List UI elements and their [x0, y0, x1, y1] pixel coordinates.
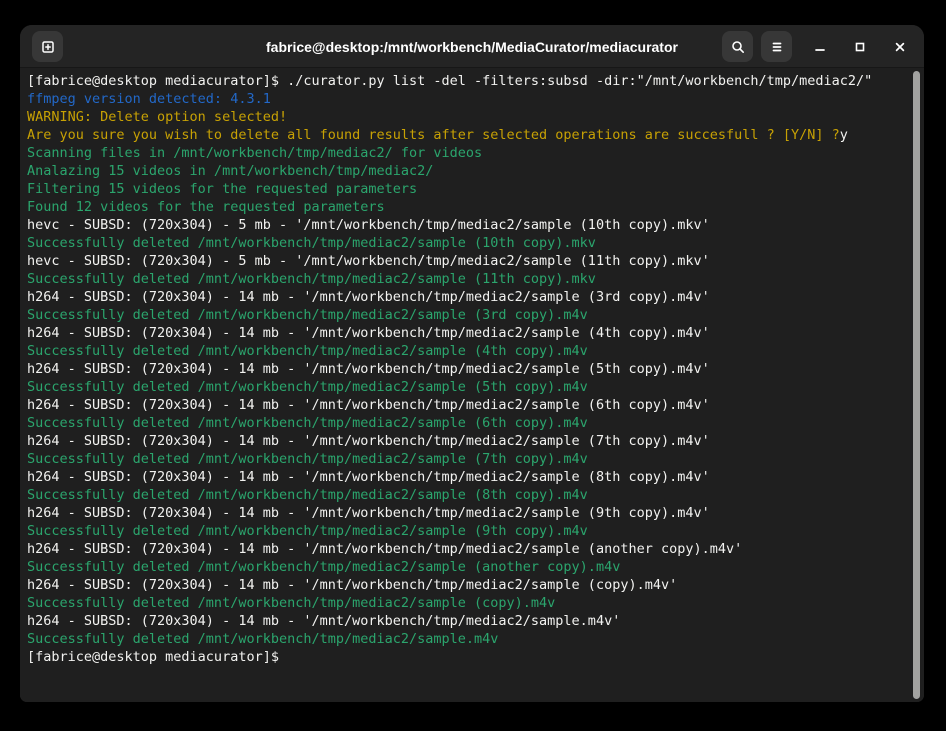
terminal-line: Successfully deleted /mnt/workbench/tmp/… — [27, 486, 924, 504]
terminal-line: Successfully deleted /mnt/workbench/tmp/… — [27, 522, 924, 540]
terminal-line: h264 - SUBSD: (720x304) - 14 mb - '/mnt/… — [27, 468, 924, 486]
terminal-line: h264 - SUBSD: (720x304) - 14 mb - '/mnt/… — [27, 324, 924, 342]
menu-button[interactable] — [761, 31, 792, 62]
titlebar-left-group — [32, 31, 63, 62]
search-icon — [730, 39, 746, 55]
terminal-line: Scanning files in /mnt/workbench/tmp/med… — [27, 144, 924, 162]
terminal-line: h264 - SUBSD: (720x304) - 14 mb - '/mnt/… — [27, 432, 924, 450]
terminal-line: Filtering 15 videos for the requested pa… — [27, 180, 924, 198]
maximize-button[interactable] — [848, 35, 872, 59]
terminal-line: [fabrice@desktop mediacurator]$ — [27, 648, 924, 666]
terminal-line: h264 - SUBSD: (720x304) - 14 mb - '/mnt/… — [27, 540, 924, 558]
terminal-line: hevc - SUBSD: (720x304) - 5 mb - '/mnt/w… — [27, 216, 924, 234]
terminal-line: Successfully deleted /mnt/workbench/tmp/… — [27, 342, 924, 360]
terminal-line: Successfully deleted /mnt/workbench/tmp/… — [27, 378, 924, 396]
close-icon — [892, 39, 908, 55]
terminal-line: Successfully deleted /mnt/workbench/tmp/… — [27, 594, 924, 612]
terminal-line: Successfully deleted /mnt/workbench/tmp/… — [27, 270, 924, 288]
terminal-line: Analazing 15 videos in /mnt/workbench/tm… — [27, 162, 924, 180]
desktop-background: { "window": { "title": "fabrice@desktop:… — [0, 0, 946, 731]
new-tab-button[interactable] — [32, 31, 63, 62]
scrollbar-thumb[interactable] — [913, 71, 920, 699]
terminal-lines: [fabrice@desktop mediacurator]$ ./curato… — [27, 72, 924, 666]
window-title: fabrice@desktop:/mnt/workbench/MediaCura… — [266, 39, 678, 55]
new-tab-icon — [40, 39, 56, 55]
terminal-line: Successfully deleted /mnt/workbench/tmp/… — [27, 450, 924, 468]
terminal-line: Are you sure you wish to delete all foun… — [27, 126, 924, 144]
terminal-line: [fabrice@desktop mediacurator]$ ./curato… — [27, 72, 924, 90]
titlebar-right-group — [722, 31, 912, 62]
terminal-window: fabrice@desktop:/mnt/workbench/MediaCura… — [20, 25, 924, 702]
terminal-line: Successfully deleted /mnt/workbench/tmp/… — [27, 234, 924, 252]
terminal-line: h264 - SUBSD: (720x304) - 14 mb - '/mnt/… — [27, 396, 924, 414]
terminal-line: h264 - SUBSD: (720x304) - 14 mb - '/mnt/… — [27, 504, 924, 522]
terminal-line: WARNING: Delete option selected! — [27, 108, 924, 126]
terminal-line: h264 - SUBSD: (720x304) - 14 mb - '/mnt/… — [27, 612, 924, 630]
search-button[interactable] — [722, 31, 753, 62]
minimize-icon — [812, 39, 828, 55]
terminal-line: h264 - SUBSD: (720x304) - 14 mb - '/mnt/… — [27, 576, 924, 594]
terminal-line: Successfully deleted /mnt/workbench/tmp/… — [27, 414, 924, 432]
terminal-content[interactable]: [fabrice@desktop mediacurator]$ ./curato… — [20, 68, 924, 702]
hamburger-menu-icon — [769, 39, 785, 55]
minimize-button[interactable] — [808, 35, 832, 59]
scrollbar[interactable] — [910, 68, 924, 702]
terminal-line: hevc - SUBSD: (720x304) - 5 mb - '/mnt/w… — [27, 252, 924, 270]
terminal-line: Successfully deleted /mnt/workbench/tmp/… — [27, 558, 924, 576]
terminal-line: ffmpeg version detected: 4.3.1 — [27, 90, 924, 108]
terminal-line: h264 - SUBSD: (720x304) - 14 mb - '/mnt/… — [27, 360, 924, 378]
terminal-line: Found 12 videos for the requested parame… — [27, 198, 924, 216]
terminal-line: Successfully deleted /mnt/workbench/tmp/… — [27, 630, 924, 648]
terminal-line: h264 - SUBSD: (720x304) - 14 mb - '/mnt/… — [27, 288, 924, 306]
close-button[interactable] — [888, 35, 912, 59]
terminal-line: Successfully deleted /mnt/workbench/tmp/… — [27, 306, 924, 324]
maximize-icon — [852, 39, 868, 55]
titlebar[interactable]: fabrice@desktop:/mnt/workbench/MediaCura… — [20, 25, 924, 68]
